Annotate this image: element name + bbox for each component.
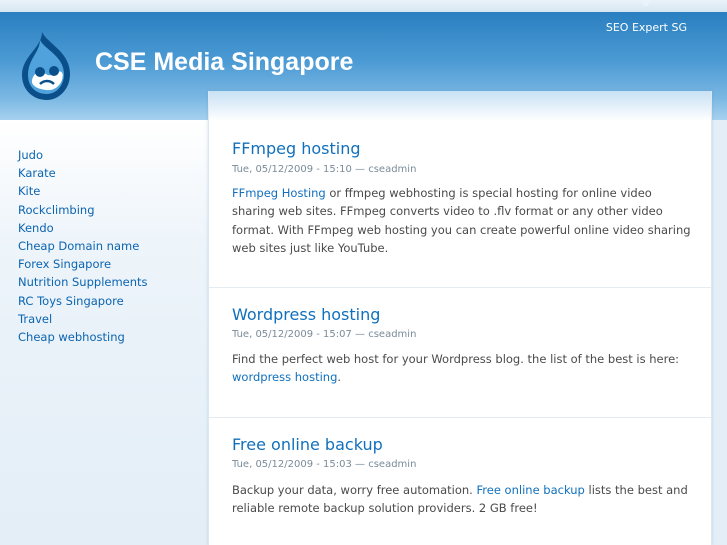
sidebar-link-rc-toys-singapore[interactable]: RC Toys Singapore: [18, 294, 124, 308]
sidebar-item: Rockclimbing: [18, 201, 148, 219]
sidebar-link-rockclimbing[interactable]: Rockclimbing: [18, 203, 95, 217]
post-title: FFmpeg hosting: [232, 139, 361, 158]
post-divider: [209, 287, 711, 288]
sidebar-link-travel[interactable]: Travel: [18, 312, 52, 326]
sidebar-item: Kite: [18, 182, 148, 200]
post-body: Find the perfect web host for your Wordp…: [232, 350, 694, 387]
post-submitted: Tue, 05/12/2009 - 15:10 — cseadmin: [232, 164, 417, 175]
sidebar-link-nutrition-supplements[interactable]: Nutrition Supplements: [18, 275, 148, 289]
sidebar-item: Judo: [18, 146, 148, 164]
sidebar-link-kendo[interactable]: Kendo: [18, 221, 54, 235]
sidebar-item: Nutrition Supplements: [18, 273, 148, 291]
sidebar-link-cheap-domain-name[interactable]: Cheap Domain name: [18, 239, 139, 253]
post-title: Wordpress hosting: [232, 305, 380, 324]
sidebar-link-forex-singapore[interactable]: Forex Singapore: [18, 257, 111, 271]
sidebar-item: Forex Singapore: [18, 255, 148, 273]
sidebar-item: Kendo: [18, 219, 148, 237]
post-body: Backup your data, worry free automation.…: [232, 481, 694, 518]
content-top-gradient: [209, 91, 711, 121]
post-submitted: Tue, 05/12/2009 - 15:07 — cseadmin: [232, 329, 417, 340]
sidebar-menu: Judo Karate Kite Rockclimbing Kendo Chea…: [18, 146, 148, 346]
post-body-link[interactable]: Free online backup: [477, 483, 585, 497]
sidebar-item: Cheap webhosting: [18, 328, 148, 346]
sidebar-item: Travel: [18, 310, 148, 328]
post-title-link[interactable]: Wordpress hosting: [232, 305, 380, 324]
post-body-text: Backup your data, worry free automation.: [232, 483, 477, 497]
sidebar-item: RC Toys Singapore: [18, 292, 148, 310]
sidebar: Judo Karate Kite Rockclimbing Kendo Chea…: [0, 120, 208, 545]
post-body-link[interactable]: wordpress hosting: [232, 370, 337, 384]
post-body-link[interactable]: FFmpeg Hosting: [232, 186, 326, 200]
sidebar-item: Karate: [18, 164, 148, 182]
sidebar-link-karate[interactable]: Karate: [18, 166, 56, 180]
post-title-link[interactable]: Free online backup: [232, 435, 383, 454]
post-title: Free online backup: [232, 435, 383, 454]
post-divider: [209, 417, 711, 418]
active-nav-pointer-icon: [640, 0, 652, 7]
sidebar-link-judo[interactable]: Judo: [18, 148, 43, 162]
sidebar-link-kite[interactable]: Kite: [18, 184, 40, 198]
sidebar-item: Cheap Domain name: [18, 237, 148, 255]
site-name[interactable]: CSE Media Singapore: [95, 48, 353, 77]
post-submitted: Tue, 05/12/2009 - 15:03 — cseadmin: [232, 459, 417, 470]
post-body-text: Find the perfect web host for your Wordp…: [232, 352, 680, 366]
sidebar-link-cheap-webhosting[interactable]: Cheap webhosting: [18, 330, 125, 344]
post-body-text: .: [337, 370, 342, 385]
post-body: FFmpeg Hosting or ffmpeg webhosting is s…: [232, 184, 694, 258]
drupal-drop-logo-icon[interactable]: [18, 30, 76, 104]
main-content: FFmpeg hosting Tue, 05/12/2009 - 15:10 —…: [208, 91, 712, 545]
primary-nav-seo-expert-link[interactable]: SEO Expert SG: [606, 21, 687, 34]
post-title-link[interactable]: FFmpeg hosting: [232, 139, 361, 158]
